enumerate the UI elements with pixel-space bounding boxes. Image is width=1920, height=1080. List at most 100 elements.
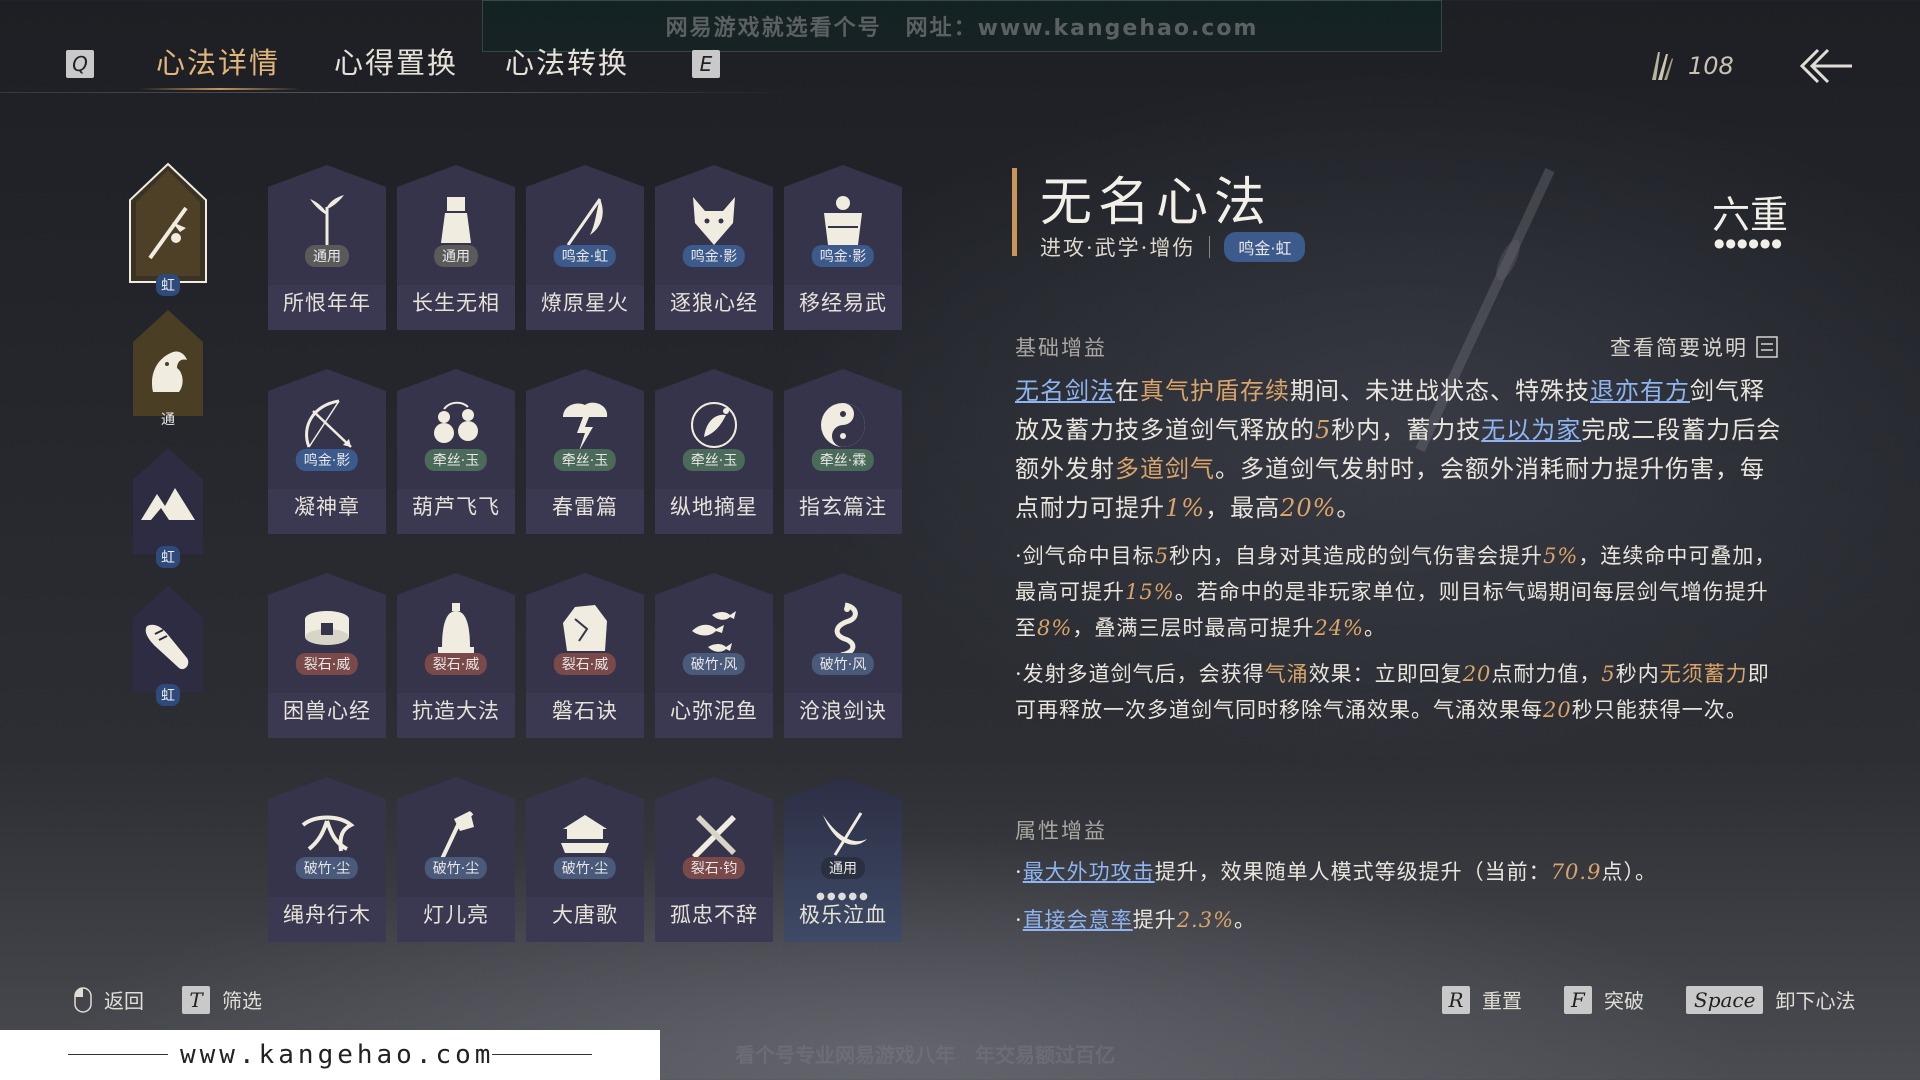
subtitle-row: 进攻·武学·增伤 鸣金·虹 (1040, 232, 1306, 262)
link-crit-rate[interactable]: 直接会意率 (1023, 908, 1133, 932)
card-name: 葫芦飞飞 (412, 495, 500, 519)
footer-line-right (492, 1054, 592, 1055)
text-segment: ·剑气命中目标 (1015, 544, 1155, 568)
character-slot-1[interactable]: 虹 (128, 162, 208, 296)
rock-icon (563, 605, 607, 651)
card-tag: 裂石·威 (424, 653, 488, 675)
card-name: 绳舟行木 (283, 903, 371, 927)
unload-label: 卸下心法 (1775, 989, 1856, 1013)
card-name: 长生无相 (412, 291, 500, 315)
attr-crit-rate: ·直接会意率提升2.3%。 (1015, 902, 1785, 938)
horse-icon (151, 351, 187, 392)
card-tag: 牵丝·霖 (811, 449, 875, 471)
card-name: 指玄篇注 (799, 495, 887, 519)
character-slot-4[interactable]: 虹 (131, 584, 205, 706)
card-name: 磐石诀 (552, 699, 618, 723)
back-arrow-icon[interactable] (1798, 46, 1854, 86)
reset-action[interactable]: R 重置 (1442, 985, 1522, 1014)
bow-icon (305, 399, 352, 448)
card-tag: 通用 (434, 245, 478, 267)
card-canglang[interactable]: 破竹·风 沧浪剑诀 (784, 573, 902, 738)
link-wuming-sword[interactable]: 无名剑法 (1015, 377, 1115, 405)
highlight-number: 24% (1314, 616, 1365, 640)
info-icon (1756, 336, 1778, 358)
tab-heart-convert[interactable]: 心法转换 (505, 40, 629, 82)
help-link[interactable]: 查看简要说明 (1610, 332, 1778, 362)
card-name: 燎原星火 (541, 291, 629, 315)
card-tag: 通用 (305, 245, 349, 267)
highlight-number: 20 (1462, 662, 1492, 686)
link-max-attack[interactable]: 最大外功攻击 (1023, 860, 1155, 884)
link-wuyi[interactable]: 无以为家 (1481, 416, 1581, 444)
card-tag: 破竹·风 (682, 653, 746, 675)
card-name: 移经易武 (799, 291, 887, 315)
card-suohen[interactable]: 通用 所恨年年 (268, 165, 386, 330)
text-segment: 秒只能获得一次。 (1571, 698, 1748, 722)
tab-heart-detail[interactable]: 心法详情 (156, 40, 280, 82)
card-datang[interactable]: 破竹·尘 大唐歌 (526, 777, 644, 942)
text-segment: · (1015, 908, 1023, 932)
character-slot-3[interactable]: 虹 (131, 446, 205, 568)
breakthrough-action[interactable]: F 突破 (1564, 985, 1644, 1014)
card-liaoyuan[interactable]: 鸣金·虹 燎原星火 (526, 165, 644, 330)
card-zongdi[interactable]: 牵丝·玉 纵地摘星 (655, 369, 773, 534)
card-tag: 鸣金·虹 (553, 245, 617, 267)
filter-action[interactable]: T 筛选 (182, 985, 262, 1014)
highlight-term: 多道剑气 (1115, 455, 1215, 483)
card-zhixuan[interactable]: 牵丝·霖 指玄篇注 (784, 369, 902, 534)
card-name: 春雷篇 (552, 495, 618, 519)
key-hint-r: R (1442, 985, 1470, 1014)
unload-action[interactable]: Space 卸下心法 (1686, 985, 1855, 1014)
card-ximi[interactable]: 破竹·风 心弥泥鱼 (655, 573, 773, 738)
key-hint-f: F (1564, 985, 1592, 1014)
card-hulu[interactable]: 牵丝·玉 葫芦飞飞 (397, 369, 515, 534)
card-guzhong[interactable]: 裂石·钧 孤忠不辞 (655, 777, 773, 942)
top-bar: Q 心法详情 心得置换 心法转换 E 108 (0, 0, 1920, 110)
card-kangzao[interactable]: 裂石·威 抗造大法 (397, 573, 515, 738)
back-label: 返回 (104, 989, 144, 1013)
card-zhulang[interactable]: 鸣金·影 逐狼心经 (655, 165, 773, 330)
lamp-icon (440, 811, 474, 860)
card-changsheng[interactable]: 通用 长生无相 (397, 165, 515, 330)
currency-value: 108 (1688, 52, 1734, 80)
card-tag: 破竹·风 (811, 653, 875, 675)
key-hint-t: T (182, 985, 210, 1014)
tab-insight-exchange[interactable]: 心得置换 (334, 40, 458, 82)
attr-gain-header: 属性增益 (1015, 819, 1107, 843)
card-jile-selected[interactable]: 通用 ●●●●● 极乐泣血 (784, 777, 902, 942)
card-tag: 鸣金·影 (811, 245, 875, 267)
card-tag: 裂石·钧 (682, 857, 746, 879)
highlight-number: 15% (1125, 580, 1175, 604)
card-panshi[interactable]: 裂石·威 磐石诀 (526, 573, 644, 738)
bullet-sword-damage: ·剑气命中目标5秒内，自身对其造成的剑气伤害会提升5%，连续命中可叠加，最高可提… (1015, 538, 1785, 646)
top-divider (0, 92, 800, 93)
footer-site: www.kangehao.com (180, 1040, 495, 1070)
base-gain-text: 无名剑法在真气护盾存续期间、未进战状态、特殊技退亦有方剑气释放及蓄力技多道剑气释… (1015, 372, 1785, 528)
dragon-icon (834, 602, 858, 657)
back-action[interactable]: 返回 (74, 985, 144, 1014)
text-segment: · (1015, 860, 1023, 884)
mountain-icon (141, 488, 195, 520)
thunder-icon (563, 402, 608, 451)
card-shengzhou[interactable]: 破竹·尘 绳舟行木 (268, 777, 386, 942)
key-hint-e[interactable]: E (692, 50, 720, 78)
key-hint-q[interactable]: Q (66, 50, 94, 78)
link-tuiyi[interactable]: 退亦有方 (1590, 377, 1690, 405)
character-slot-2[interactable]: 通 (131, 308, 205, 428)
card-chunlei[interactable]: 牵丝·玉 春雷篇 (526, 369, 644, 534)
card-name: 纵地摘星 (670, 495, 758, 519)
card-denger[interactable]: 破竹·尘 灯儿亮 (397, 777, 515, 942)
character-badge: 通 (161, 412, 175, 428)
rank-dots: ●●●●●● (1714, 236, 1783, 250)
palace-icon (561, 815, 609, 853)
card-yijing[interactable]: 鸣金·影 移经易武 (784, 165, 902, 330)
card-kunshou[interactable]: 裂石·威 困兽心经 (268, 573, 386, 738)
card-tag: 牵丝·玉 (424, 449, 488, 471)
card-ningshen[interactable]: 鸣金·影 凝神章 (268, 369, 386, 534)
card-tag: 牵丝·玉 (553, 449, 617, 471)
card-tag: 鸣金·影 (682, 245, 746, 267)
text-segment: 提升 (1132, 908, 1177, 932)
character-badge: 虹 (156, 546, 180, 568)
text-segment: 秒内，自身对其造成的剑气伤害会提升 (1169, 544, 1544, 568)
card-name: 所恨年年 (283, 291, 371, 315)
